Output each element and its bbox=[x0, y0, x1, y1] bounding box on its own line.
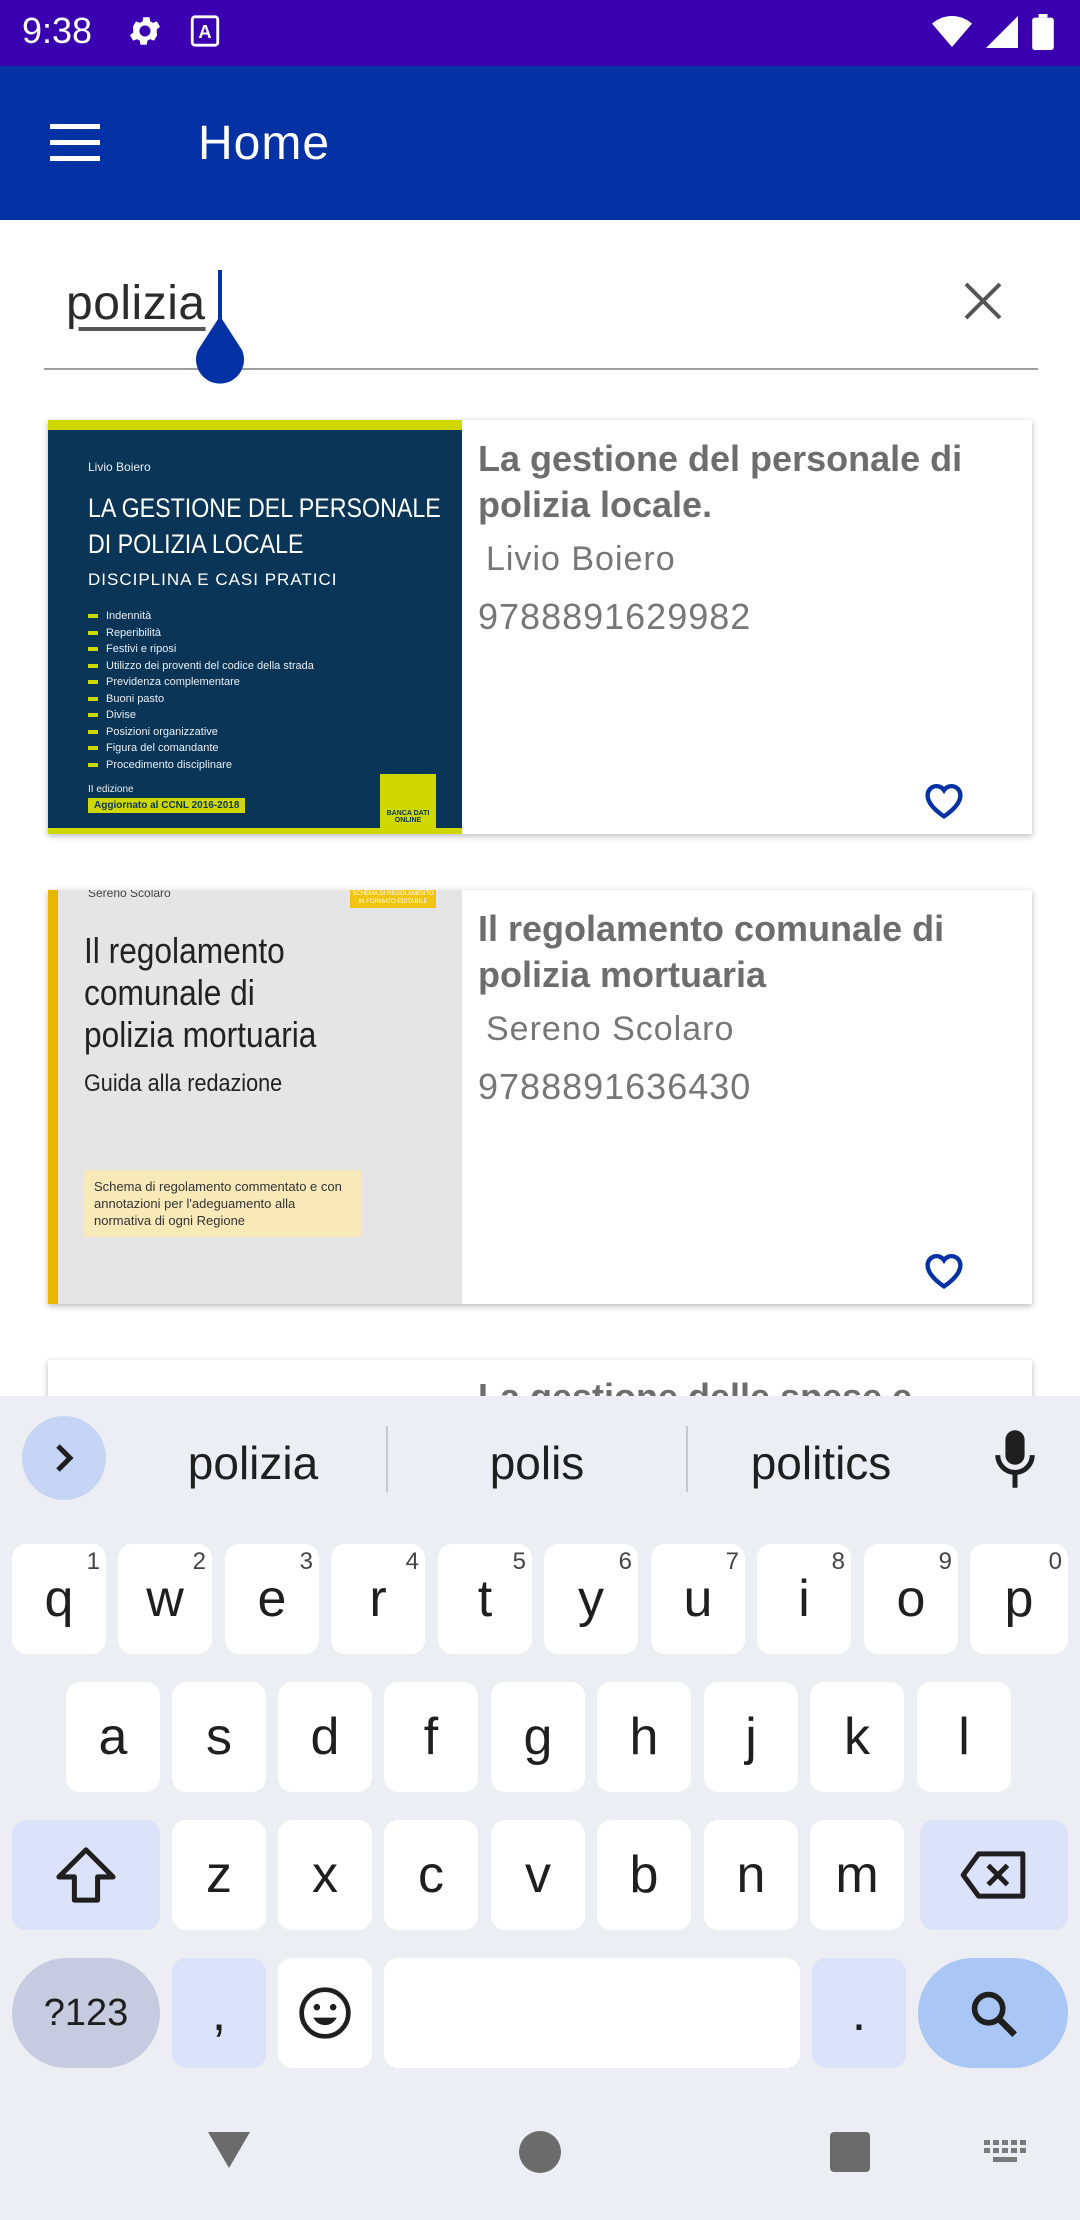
book-isbn: 9788891629982 bbox=[478, 596, 752, 637]
result-card[interactable]: Livio Boiero LA GESTIONE DEL PERSONALE D… bbox=[48, 420, 1032, 834]
key-r[interactable]: r4 bbox=[331, 1544, 425, 1654]
key-v[interactable]: v bbox=[491, 1820, 585, 1930]
shift-arrow-icon bbox=[56, 1847, 116, 1903]
emoji-key[interactable] bbox=[278, 1958, 372, 2068]
soft-keyboard: polizia polis politics q1 w2 e3 r4 t5 y6… bbox=[0, 1396, 1080, 2220]
shift-key[interactable] bbox=[12, 1820, 160, 1930]
cover-badge: Aggiornato al CCNL 2016-2018 bbox=[88, 798, 246, 813]
key-x[interactable]: x bbox=[278, 1820, 372, 1930]
book-title: Il regolamento comunale di polizia mortu… bbox=[478, 908, 945, 995]
book-cover: Sereno Scolaro SCHEMA DI REGOLAMENTO IN … bbox=[48, 890, 462, 1304]
book-cover: Livio Boiero LA GESTIONE DEL PERSONALE D… bbox=[48, 420, 462, 834]
cover-subtitle: DISCIPLINA E CASI PRATICI bbox=[88, 570, 338, 589]
favorite-heart-icon[interactable] bbox=[922, 1250, 966, 1290]
key-g[interactable]: g bbox=[491, 1682, 585, 1792]
cover-author: Sereno Scolaro bbox=[88, 890, 171, 900]
period-key[interactable]: . bbox=[812, 1958, 906, 2068]
backspace-icon bbox=[960, 1851, 1026, 1899]
cover-tag: SCHEMA DI REGOLAMENTO IN FORMATO EDITABI… bbox=[350, 890, 436, 908]
search-input[interactable]: polizia bbox=[66, 276, 206, 331]
key-d[interactable]: d bbox=[278, 1682, 372, 1792]
nav-recents-icon[interactable] bbox=[830, 2132, 870, 2172]
key-f[interactable]: f bbox=[384, 1682, 478, 1792]
suggestion-2[interactable]: polis bbox=[420, 1436, 654, 1490]
cover-db-label: BANCA DATI ONLINE bbox=[380, 774, 436, 828]
signal-icon bbox=[986, 16, 1018, 48]
suggestion-1[interactable]: polizia bbox=[136, 1436, 370, 1490]
cover-edition: II edizione bbox=[88, 784, 134, 795]
key-k[interactable]: k bbox=[810, 1682, 904, 1792]
divider bbox=[686, 1426, 688, 1492]
key-e[interactable]: e3 bbox=[225, 1544, 319, 1654]
search-key[interactable] bbox=[918, 1958, 1068, 2068]
emoji-smiley-icon bbox=[299, 1987, 351, 2039]
divider bbox=[386, 1426, 388, 1492]
svg-text:A: A bbox=[198, 21, 211, 42]
key-c[interactable]: c bbox=[384, 1820, 478, 1930]
book-author: Livio Boiero bbox=[486, 540, 676, 578]
key-s[interactable]: s bbox=[172, 1682, 266, 1792]
page-title: Home bbox=[198, 117, 331, 170]
key-h[interactable]: h bbox=[597, 1682, 691, 1792]
wifi-icon bbox=[932, 16, 972, 47]
key-j[interactable]: j bbox=[704, 1682, 798, 1792]
favorite-heart-icon[interactable] bbox=[922, 780, 966, 820]
cover-title: Il regolamento comunale di polizia mortu… bbox=[84, 930, 317, 1055]
nav-back-icon[interactable] bbox=[206, 2130, 252, 2170]
cover-title: LA GESTIONE DEL PERSONALE DI POLIZIA LOC… bbox=[88, 493, 441, 559]
key-u[interactable]: u7 bbox=[651, 1544, 745, 1654]
key-o[interactable]: o9 bbox=[864, 1544, 958, 1654]
key-l[interactable]: l bbox=[917, 1682, 1011, 1792]
key-y[interactable]: y6 bbox=[544, 1544, 638, 1654]
key-n[interactable]: n bbox=[704, 1820, 798, 1930]
microphone-icon[interactable] bbox=[992, 1428, 1038, 1490]
key-p[interactable]: p0 bbox=[970, 1544, 1068, 1654]
expand-toolbar-button[interactable] bbox=[22, 1416, 106, 1500]
nav-home-icon[interactable] bbox=[519, 2131, 561, 2173]
key-b[interactable]: b bbox=[597, 1820, 691, 1930]
cover-author: Livio Boiero bbox=[88, 460, 151, 474]
clear-icon[interactable] bbox=[962, 280, 1004, 322]
caret-handle[interactable] bbox=[192, 316, 248, 384]
search-field[interactable]: polizia bbox=[44, 250, 1038, 384]
key-w[interactable]: w2 bbox=[118, 1544, 212, 1654]
status-bar: 9:38 A bbox=[0, 0, 1080, 66]
key-z[interactable]: z bbox=[172, 1820, 266, 1930]
symbols-key[interactable]: ?123 bbox=[12, 1958, 160, 2068]
text-a-icon: A bbox=[190, 15, 220, 47]
backspace-key[interactable] bbox=[920, 1820, 1068, 1930]
cover-note: Schema di regolamento commentato e con a… bbox=[84, 1170, 362, 1237]
chevron-right-icon bbox=[56, 1444, 74, 1472]
space-key[interactable] bbox=[384, 1958, 800, 2068]
book-title: La gestione del personale di polizia loc… bbox=[478, 438, 963, 525]
book-author: Sereno Scolaro bbox=[486, 1010, 735, 1048]
menu-hamburger-icon[interactable] bbox=[48, 122, 104, 164]
book-isbn: 9788891636430 bbox=[478, 1066, 752, 1107]
key-q[interactable]: q1 bbox=[12, 1544, 106, 1654]
result-card[interactable]: Sereno Scolaro SCHEMA DI REGOLAMENTO IN … bbox=[48, 890, 1032, 1304]
search-icon bbox=[971, 1991, 1017, 2037]
status-time: 9:38 bbox=[22, 10, 93, 51]
key-i[interactable]: i8 bbox=[757, 1544, 851, 1654]
app-bar: Home bbox=[0, 66, 1080, 220]
suggestion-3[interactable]: politics bbox=[704, 1436, 938, 1490]
key-m[interactable]: m bbox=[810, 1820, 904, 1930]
key-t[interactable]: t5 bbox=[438, 1544, 532, 1654]
cover-subtitle: Guida alla redazione bbox=[84, 1070, 283, 1097]
keyboard-switch-icon[interactable] bbox=[984, 2140, 1028, 2164]
settings-gear-icon bbox=[129, 17, 161, 45]
key-a[interactable]: a bbox=[66, 1682, 160, 1792]
cover-list: Indennità Reperibilità Festivi e riposi … bbox=[88, 608, 314, 773]
battery-icon bbox=[1032, 14, 1054, 50]
suggestion-bar: polizia polis politics bbox=[0, 1396, 1080, 1522]
comma-key[interactable]: , bbox=[172, 1958, 266, 2068]
